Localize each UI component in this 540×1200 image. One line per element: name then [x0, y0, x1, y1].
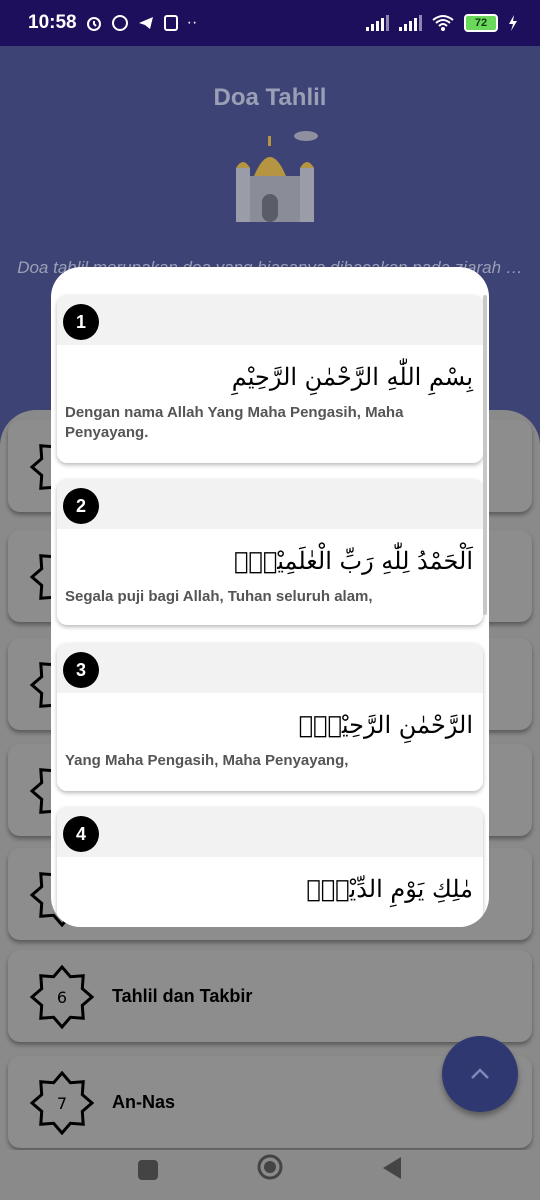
charging-icon	[509, 15, 517, 31]
scroll-top-button[interactable]	[442, 1036, 518, 1112]
telegram-icon	[138, 17, 153, 29]
verse-number-badge: 4	[63, 816, 99, 852]
alarm-icon	[86, 17, 101, 31]
verse-card: 3 الرَّحْمٰنِ الرَّحِيْمِۙ Yang Maha Pen…	[57, 643, 483, 791]
doa-detail-dialog[interactable]: 1 بِسْمِ اللّٰهِ الرَّحْمٰنِ الرَّحِيْمِ…	[51, 267, 489, 927]
wifi-icon	[432, 15, 454, 31]
verse-arabic-text: الرَّحْمٰنِ الرَّحِيْمِۙ	[298, 711, 473, 739]
dialog-scrollbar[interactable]	[483, 295, 487, 615]
mosque-illustration-icon	[227, 131, 318, 228]
status-bar: 10:58 ·· 72	[0, 0, 540, 46]
back-button[interactable]	[381, 1156, 403, 1180]
notification-icons: ··	[85, 14, 198, 32]
verse-card-header: 2	[57, 479, 483, 529]
verse-arabic-text: اَلْحَمْدُ لِلّٰهِ رَبِّ الْعٰلَمِيْنَۙ	[234, 547, 473, 575]
home-button[interactable]	[256, 1153, 284, 1181]
recent-apps-button[interactable]	[137, 1159, 159, 1181]
verse-number-badge: 1	[63, 304, 99, 340]
doa-number: 6	[56, 987, 68, 1007]
doa-number: 7	[56, 1093, 68, 1113]
verse-translation: Segala puji bagi Allah, Tuhan seluruh al…	[65, 588, 373, 605]
verse-list[interactable]: 1 بِسْمِ اللّٰهِ الرَّحْمٰنِ الرَّحِيْمِ…	[51, 267, 489, 927]
doa-name: An-Nas	[112, 1091, 176, 1112]
doa-list-item[interactable]: 6 Tahlil dan Takbir	[8, 950, 532, 1042]
app-s-icon	[163, 15, 178, 31]
verse-number-badge: 3	[63, 652, 99, 688]
verse-card: 1 بِسْمِ اللّٰهِ الرَّحْمٰنِ الرَّحِيْمِ…	[57, 295, 483, 463]
signal-1-icon	[366, 15, 389, 31]
verse-card-header: 4	[57, 807, 483, 857]
verse-card: 4 مٰلِكِ يَوْمِ الدِّيْنِۗ	[57, 807, 483, 927]
status-time: 10:58	[28, 12, 77, 33]
system-nav-bar	[0, 1150, 540, 1200]
system-icons: 72	[366, 14, 518, 32]
whatsapp-icon	[111, 15, 128, 31]
verse-card-header: 1	[57, 295, 483, 345]
more-notifications-icon: ··	[186, 14, 198, 31]
verse-translation: Dengan nama Allah Yang Maha Pengasih, Ma…	[65, 404, 404, 441]
verse-arabic-text: بِسْمِ اللّٰهِ الرَّحْمٰنِ الرَّحِيْمِ	[231, 363, 473, 391]
verse-card: 2 اَلْحَمْدُ لِلّٰهِ رَبِّ الْعٰلَمِيْنَ…	[57, 479, 483, 625]
verse-translation	[57, 903, 483, 923]
signal-2-icon	[399, 15, 422, 31]
verse-number-badge: 2	[63, 488, 99, 524]
chevron-up-icon	[471, 1068, 489, 1079]
page-title: Doa Tahlil	[213, 84, 327, 111]
battery-icon: 72	[464, 14, 498, 32]
doa-name: Tahlil dan Takbir	[112, 985, 253, 1006]
verse-card-header: 3	[57, 643, 483, 693]
verse-arabic-text: مٰلِكِ يَوْمِ الدِّيْنِۗ	[306, 875, 473, 903]
verse-translation: Yang Maha Pengasih, Maha Penyayang,	[65, 752, 349, 769]
